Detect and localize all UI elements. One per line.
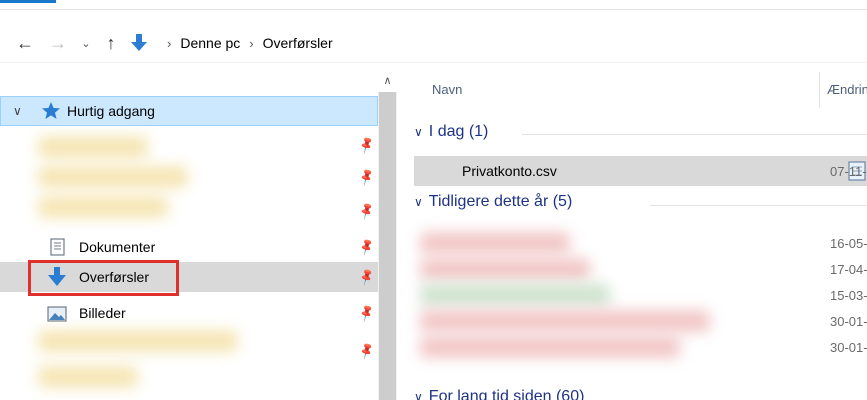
breadcrumb-item-this-pc[interactable]: Denne pc [180, 35, 240, 51]
documents-icon [50, 238, 65, 256]
file-row-selected[interactable]: Privatkonto.csv 07-11-20 [414, 156, 867, 186]
pin-icon[interactable]: 📌 [357, 237, 377, 257]
ribbon-active-tab-indicator [0, 0, 56, 3]
breadcrumb-item-downloads[interactable]: Overførsler [263, 35, 333, 51]
breadcrumb[interactable]: › Denne pc › Overførsler [158, 30, 333, 56]
group-header-earlier-this-year[interactable]: ∨ Tidligere dette år (5) [414, 193, 572, 211]
column-header-modified[interactable]: Ændring [827, 82, 867, 97]
blurred-folder-item[interactable] [38, 166, 188, 188]
blurred-folder-item[interactable] [38, 196, 168, 218]
pin-icon[interactable]: 📌 [357, 267, 377, 287]
blurred-file-item[interactable] [420, 310, 710, 332]
file-name: Privatkonto.csv [462, 163, 557, 179]
blurred-folder-item[interactable] [38, 366, 138, 388]
group-label: Tidligere dette år (5) [428, 193, 573, 210]
group-divider [522, 134, 867, 135]
pin-icon[interactable]: 📌 [357, 135, 377, 155]
group-header-long-ago[interactable]: ∨ For lang tid siden (60) [414, 388, 584, 400]
downloads-icon [131, 34, 147, 51]
blurred-folder-item[interactable] [38, 136, 148, 158]
file-date: 30-01-20 [830, 314, 867, 329]
group-divider [650, 205, 867, 206]
column-header-name[interactable]: Navn [432, 82, 462, 97]
blurred-file-item[interactable] [420, 232, 570, 254]
breadcrumb-separator: › [249, 35, 254, 51]
recent-locations-chevron-icon[interactable]: ⌄ [78, 26, 94, 60]
sidebar-item-label: Dokumenter [79, 239, 156, 255]
pin-icon[interactable]: 📌 [357, 167, 377, 187]
group-label: For lang tid siden (60) [428, 388, 585, 400]
sidebar-item-label: Billeder [79, 305, 126, 321]
group-label: I dag (1) [428, 123, 489, 140]
column-divider[interactable] [819, 72, 820, 108]
blurred-file-item[interactable] [420, 258, 590, 280]
forward-arrow-icon[interactable]: → [47, 26, 69, 60]
address-bar-row: ← → ⌄ ↑ › Denne pc › Overførsler [0, 26, 867, 60]
back-arrow-icon[interactable]: ← [14, 26, 36, 60]
up-arrow-icon[interactable]: ↑ [100, 26, 122, 60]
star-icon [42, 102, 60, 119]
pin-icon[interactable]: 📌 [357, 303, 377, 323]
scroll-up-icon[interactable]: ∧ [379, 74, 396, 92]
file-date: 16-05-20 [830, 236, 867, 251]
scrollbar-thumb[interactable] [379, 92, 396, 400]
ribbon-separator [0, 9, 867, 10]
sidebar-item-quick-access[interactable]: ∨ Hurtig adgang [0, 96, 378, 126]
blurred-file-item[interactable] [420, 284, 610, 306]
breadcrumb-separator: › [167, 35, 172, 51]
chevron-down-icon: ∨ [414, 390, 423, 400]
pin-icon[interactable]: 📌 [357, 201, 377, 221]
highlight-annotation-box [28, 260, 179, 296]
pin-icon[interactable]: 📌 [357, 341, 377, 361]
chevron-down-icon[interactable]: ∨ [13, 104, 22, 118]
sidebar-item-documents[interactable]: Dokumenter 📌 [0, 232, 378, 262]
chevron-down-icon: ∨ [414, 125, 423, 139]
chevron-down-icon: ∨ [414, 195, 423, 209]
sidebar-item-pictures[interactable]: Billeder 📌 [0, 298, 378, 328]
pictures-icon [47, 306, 67, 322]
file-date: 17-04-20 [830, 262, 867, 277]
blurred-folder-item[interactable] [38, 330, 238, 352]
file-date: 30-01-20 [830, 340, 867, 355]
divider [0, 62, 867, 63]
file-date: 07-11-20 [830, 163, 867, 179]
sidebar-item-label: Hurtig adgang [67, 103, 155, 119]
file-date: 15-03-20 [830, 288, 867, 303]
blurred-file-item[interactable] [420, 336, 680, 358]
group-header-today[interactable]: ∨ I dag (1) [414, 123, 488, 141]
